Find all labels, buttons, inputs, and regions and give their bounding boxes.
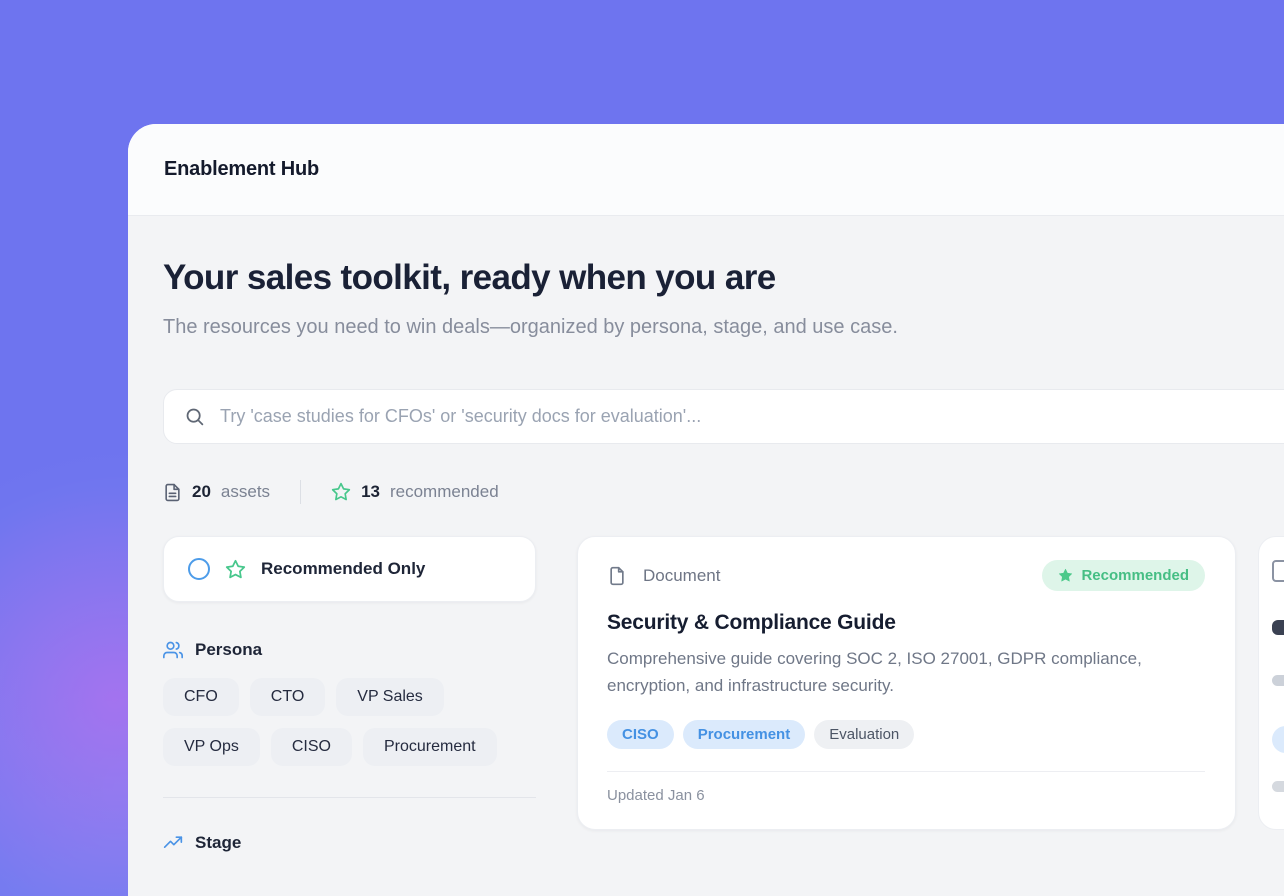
persona-label: Persona	[195, 640, 262, 660]
card-divider	[607, 771, 1205, 772]
card-title: Security & Compliance Guide	[607, 611, 1205, 635]
tag-procurement[interactable]: Procurement	[683, 720, 806, 749]
document-icon	[607, 566, 627, 586]
window-body: Your sales toolkit, ready when you are T…	[128, 216, 1284, 896]
card-top-row: Document Recommended	[607, 560, 1205, 591]
persona-section: Persona CFO CTO VP Sales VP Ops CISO Pro…	[163, 640, 536, 766]
card-gap	[1236, 536, 1258, 853]
card-type: Document	[607, 566, 720, 586]
stats-divider	[300, 480, 301, 504]
users-icon	[163, 640, 183, 660]
persona-chip-vp-sales[interactable]: VP Sales	[336, 678, 444, 716]
sidebar-divider	[163, 797, 536, 798]
partial-card-tag-fragment	[1272, 726, 1284, 753]
asset-card-security-compliance[interactable]: Document Recommended Security & Complian…	[577, 536, 1236, 830]
recommended-count: 13	[361, 482, 380, 502]
partial-card-description-fragment	[1272, 675, 1284, 686]
persona-header: Persona	[163, 640, 536, 660]
card-updated: Updated Jan 6	[607, 787, 1205, 804]
recommended-only-label: Recommended Only	[261, 559, 425, 579]
page-title: Your sales toolkit, ready when you are	[163, 258, 1284, 298]
tag-evaluation[interactable]: Evaluation	[814, 720, 914, 749]
star-icon	[225, 559, 246, 580]
persona-chips: CFO CTO VP Sales VP Ops CISO Procurement	[163, 678, 536, 766]
persona-chip-procurement[interactable]: Procurement	[363, 728, 497, 766]
search-icon	[184, 406, 205, 427]
stage-section: Stage	[163, 833, 536, 853]
recommended-stat: 13 recommended	[331, 482, 499, 502]
trending-up-icon	[163, 833, 183, 853]
stage-header: Stage	[163, 833, 536, 853]
card-type-label: Document	[643, 566, 720, 586]
card-tags: CISO Procurement Evaluation	[607, 720, 1205, 749]
assets-stat: 20 assets	[163, 482, 270, 502]
partial-card-icon	[1272, 560, 1284, 582]
assets-count: 20	[192, 482, 211, 502]
file-text-icon	[163, 483, 182, 502]
assets-label: assets	[221, 482, 270, 502]
recommended-badge-label: Recommended	[1081, 567, 1189, 584]
stage-label: Stage	[195, 833, 241, 853]
asset-card-partial[interactable]	[1258, 536, 1284, 830]
persona-chip-cfo[interactable]: CFO	[163, 678, 239, 716]
persona-chip-vp-ops[interactable]: VP Ops	[163, 728, 260, 766]
desktop-background: Enablement Hub Your sales toolkit, ready…	[0, 0, 1284, 896]
stats-row: 20 assets 13 recommended	[163, 480, 1284, 504]
page-subtitle: The resources you need to win deals—orga…	[163, 312, 978, 343]
tag-ciso[interactable]: CISO	[607, 720, 674, 749]
enablement-hub-window: Enablement Hub Your sales toolkit, ready…	[128, 124, 1284, 896]
recommended-label: recommended	[390, 482, 499, 502]
star-icon	[331, 482, 351, 502]
star-filled-icon	[1058, 568, 1073, 583]
persona-chip-ciso[interactable]: CISO	[271, 728, 352, 766]
persona-chip-cto[interactable]: CTO	[250, 678, 325, 716]
radio-circle-icon[interactable]	[188, 558, 210, 580]
recommended-badge: Recommended	[1042, 560, 1205, 591]
window-header: Enablement Hub	[128, 124, 1284, 216]
partial-card-title-fragment	[1272, 620, 1284, 635]
column-gap	[536, 536, 577, 853]
content-area: Recommended Only	[163, 536, 1284, 853]
partial-card-updated-fragment	[1272, 781, 1284, 792]
app-title: Enablement Hub	[164, 158, 319, 181]
search-bar[interactable]	[163, 389, 1284, 444]
card-description: Comprehensive guide covering SOC 2, ISO …	[607, 646, 1192, 699]
filters-sidebar: Recommended Only	[163, 536, 536, 853]
search-input[interactable]	[220, 406, 1283, 427]
recommended-only-toggle[interactable]: Recommended Only	[163, 536, 536, 602]
